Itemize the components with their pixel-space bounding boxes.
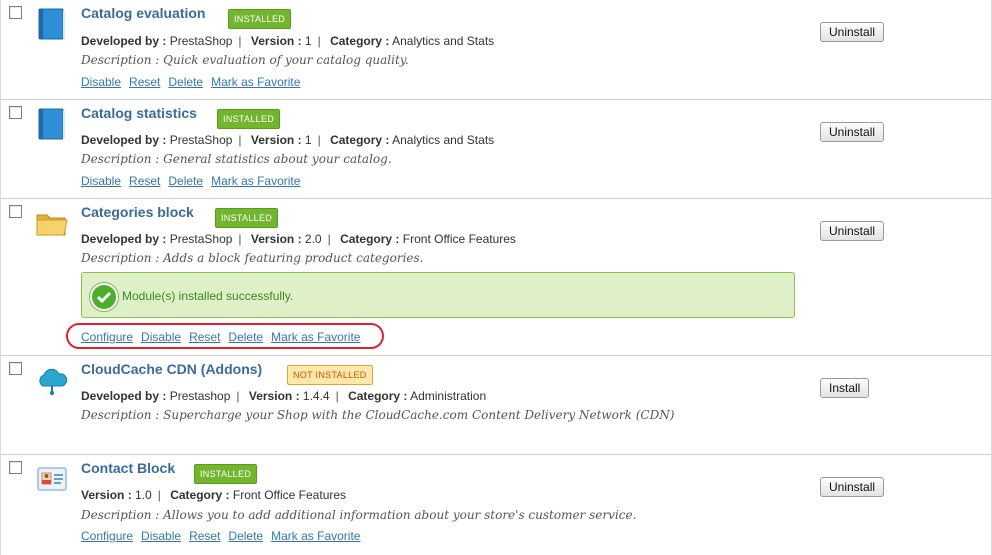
version-value: 2.0 <box>304 232 322 246</box>
disable-link[interactable]: Disable <box>81 75 121 89</box>
status-badge: NOT INSTALLED <box>287 365 373 385</box>
module-meta: Developed by : PrestaShop | Version : 1 | … <box>81 34 495 48</box>
module-list: Catalog evaluation INSTALLED Developed b… <box>0 0 992 555</box>
module-meta: Version : 1.0 | Category : Front Office F… <box>81 488 347 502</box>
developer-label: Developed by : <box>81 133 167 147</box>
module-checkbox[interactable] <box>9 461 22 474</box>
module-meta: Developed by : PrestaShop | Version : 1 | … <box>81 133 495 147</box>
status-badge: INSTALLED <box>194 464 258 484</box>
module-description: Description : Supercharge your Shop with… <box>81 408 675 422</box>
module-checkbox[interactable] <box>9 362 22 375</box>
version-label: Version : <box>81 488 132 502</box>
module-row-cloudcache-cdn: CloudCache CDN (Addons) NOT INSTALLED De… <box>1 356 991 455</box>
module-row-contact-block: Contact Block INSTALLED Version : 1.0 | C… <box>1 455 991 555</box>
version-label: Version : <box>250 34 302 48</box>
module-checkbox[interactable] <box>9 6 22 19</box>
module-title[interactable]: Catalog evaluation <box>81 5 205 21</box>
developer-value: Prestashop <box>169 389 231 403</box>
disable-link[interactable]: Disable <box>81 174 121 188</box>
uninstall-button[interactable]: Uninstall <box>820 477 885 497</box>
uninstall-button[interactable]: Uninstall <box>820 22 885 42</box>
category-label: Category : <box>348 389 408 403</box>
delete-link[interactable]: Delete <box>228 529 263 543</box>
module-row-categories-block: Categories block INSTALLED Developed by … <box>1 199 991 356</box>
module-title[interactable]: Contact Block <box>81 460 175 476</box>
favorite-link[interactable]: Mark as Favorite <box>211 75 300 89</box>
delete-link[interactable]: Delete <box>168 174 203 188</box>
module-description: Description : General statistics about y… <box>81 152 392 166</box>
developer-label: Developed by : <box>81 232 167 246</box>
reset-link[interactable]: Reset <box>129 174 160 188</box>
module-checkbox[interactable] <box>9 205 22 218</box>
success-message: Module(s) installed successfully. <box>122 289 294 303</box>
developer-value: PrestaShop <box>169 232 233 246</box>
module-actions: Disable Reset Delete Mark as Favorite <box>81 75 308 89</box>
status-badge: INSTALLED <box>215 208 279 228</box>
module-actions: Configure Disable Reset Delete Mark as Favor… <box>81 529 368 543</box>
install-button[interactable]: Install <box>820 378 870 398</box>
category-label: Category : <box>340 232 400 246</box>
status-badge: INSTALLED <box>228 9 292 29</box>
version-value: 1.0 <box>135 488 152 502</box>
favorite-link[interactable]: Mark as Favorite <box>211 174 300 188</box>
module-meta: Developed by : Prestashop | Version : 1.4… <box>81 389 487 403</box>
configure-link[interactable]: Configure <box>81 529 133 543</box>
module-row-catalog-evaluation: Catalog evaluation INSTALLED Developed b… <box>1 0 991 100</box>
version-label: Version : <box>250 232 302 246</box>
uninstall-button[interactable]: Uninstall <box>820 122 885 142</box>
version-value: 1.4.4 <box>302 389 330 403</box>
developer-label: Developed by : <box>81 389 167 403</box>
book-icon <box>38 8 65 40</box>
category-label: Category : <box>170 488 230 502</box>
category-value: Administration <box>410 389 487 403</box>
disable-link[interactable]: Disable <box>141 529 181 543</box>
highlight-outline <box>66 323 384 349</box>
version-label: Version : <box>248 389 300 403</box>
module-description: Description : Adds a block featuring pro… <box>81 251 424 265</box>
category-value: Front Office Features <box>232 488 347 502</box>
module-description: Description : Allows you to add addition… <box>81 508 637 522</box>
checkmark-icon <box>90 283 118 311</box>
favorite-link[interactable]: Mark as Favorite <box>271 529 360 543</box>
module-title[interactable]: Categories block <box>81 204 194 220</box>
reset-link[interactable]: Reset <box>129 75 160 89</box>
category-label: Category : <box>330 133 390 147</box>
module-title[interactable]: CloudCache CDN (Addons) <box>81 361 262 377</box>
book-icon <box>38 108 65 140</box>
developer-label: Developed by : <box>81 34 167 48</box>
module-row-catalog-statistics: Catalog statistics INSTALLED Developed b… <box>1 100 991 199</box>
module-actions: Disable Reset Delete Mark as Favorite <box>81 174 308 188</box>
folder-icon <box>36 214 68 236</box>
version-value: 1 <box>304 133 312 147</box>
category-value: Analytics and Stats <box>392 133 495 147</box>
category-value: Front Office Features <box>402 232 516 246</box>
module-meta: Developed by : PrestaShop | Version : 2.0… <box>81 232 516 246</box>
version-value: 1 <box>304 34 312 48</box>
developer-value: PrestaShop <box>169 34 233 48</box>
category-value: Analytics and Stats <box>392 34 495 48</box>
module-description: Description : Quick evaluation of your c… <box>81 53 409 67</box>
status-badge: INSTALLED <box>217 109 281 129</box>
cloud-icon <box>39 368 68 395</box>
version-label: Version : <box>250 133 302 147</box>
delete-link[interactable]: Delete <box>168 75 203 89</box>
success-alert: Module(s) installed successfully. <box>81 272 795 318</box>
module-title[interactable]: Catalog statistics <box>81 105 197 121</box>
reset-link[interactable]: Reset <box>189 529 220 543</box>
developer-value: PrestaShop <box>169 133 233 147</box>
uninstall-button[interactable]: Uninstall <box>820 221 885 241</box>
module-checkbox[interactable] <box>9 106 22 119</box>
category-label: Category : <box>330 34 390 48</box>
contact-card-icon <box>37 467 67 491</box>
